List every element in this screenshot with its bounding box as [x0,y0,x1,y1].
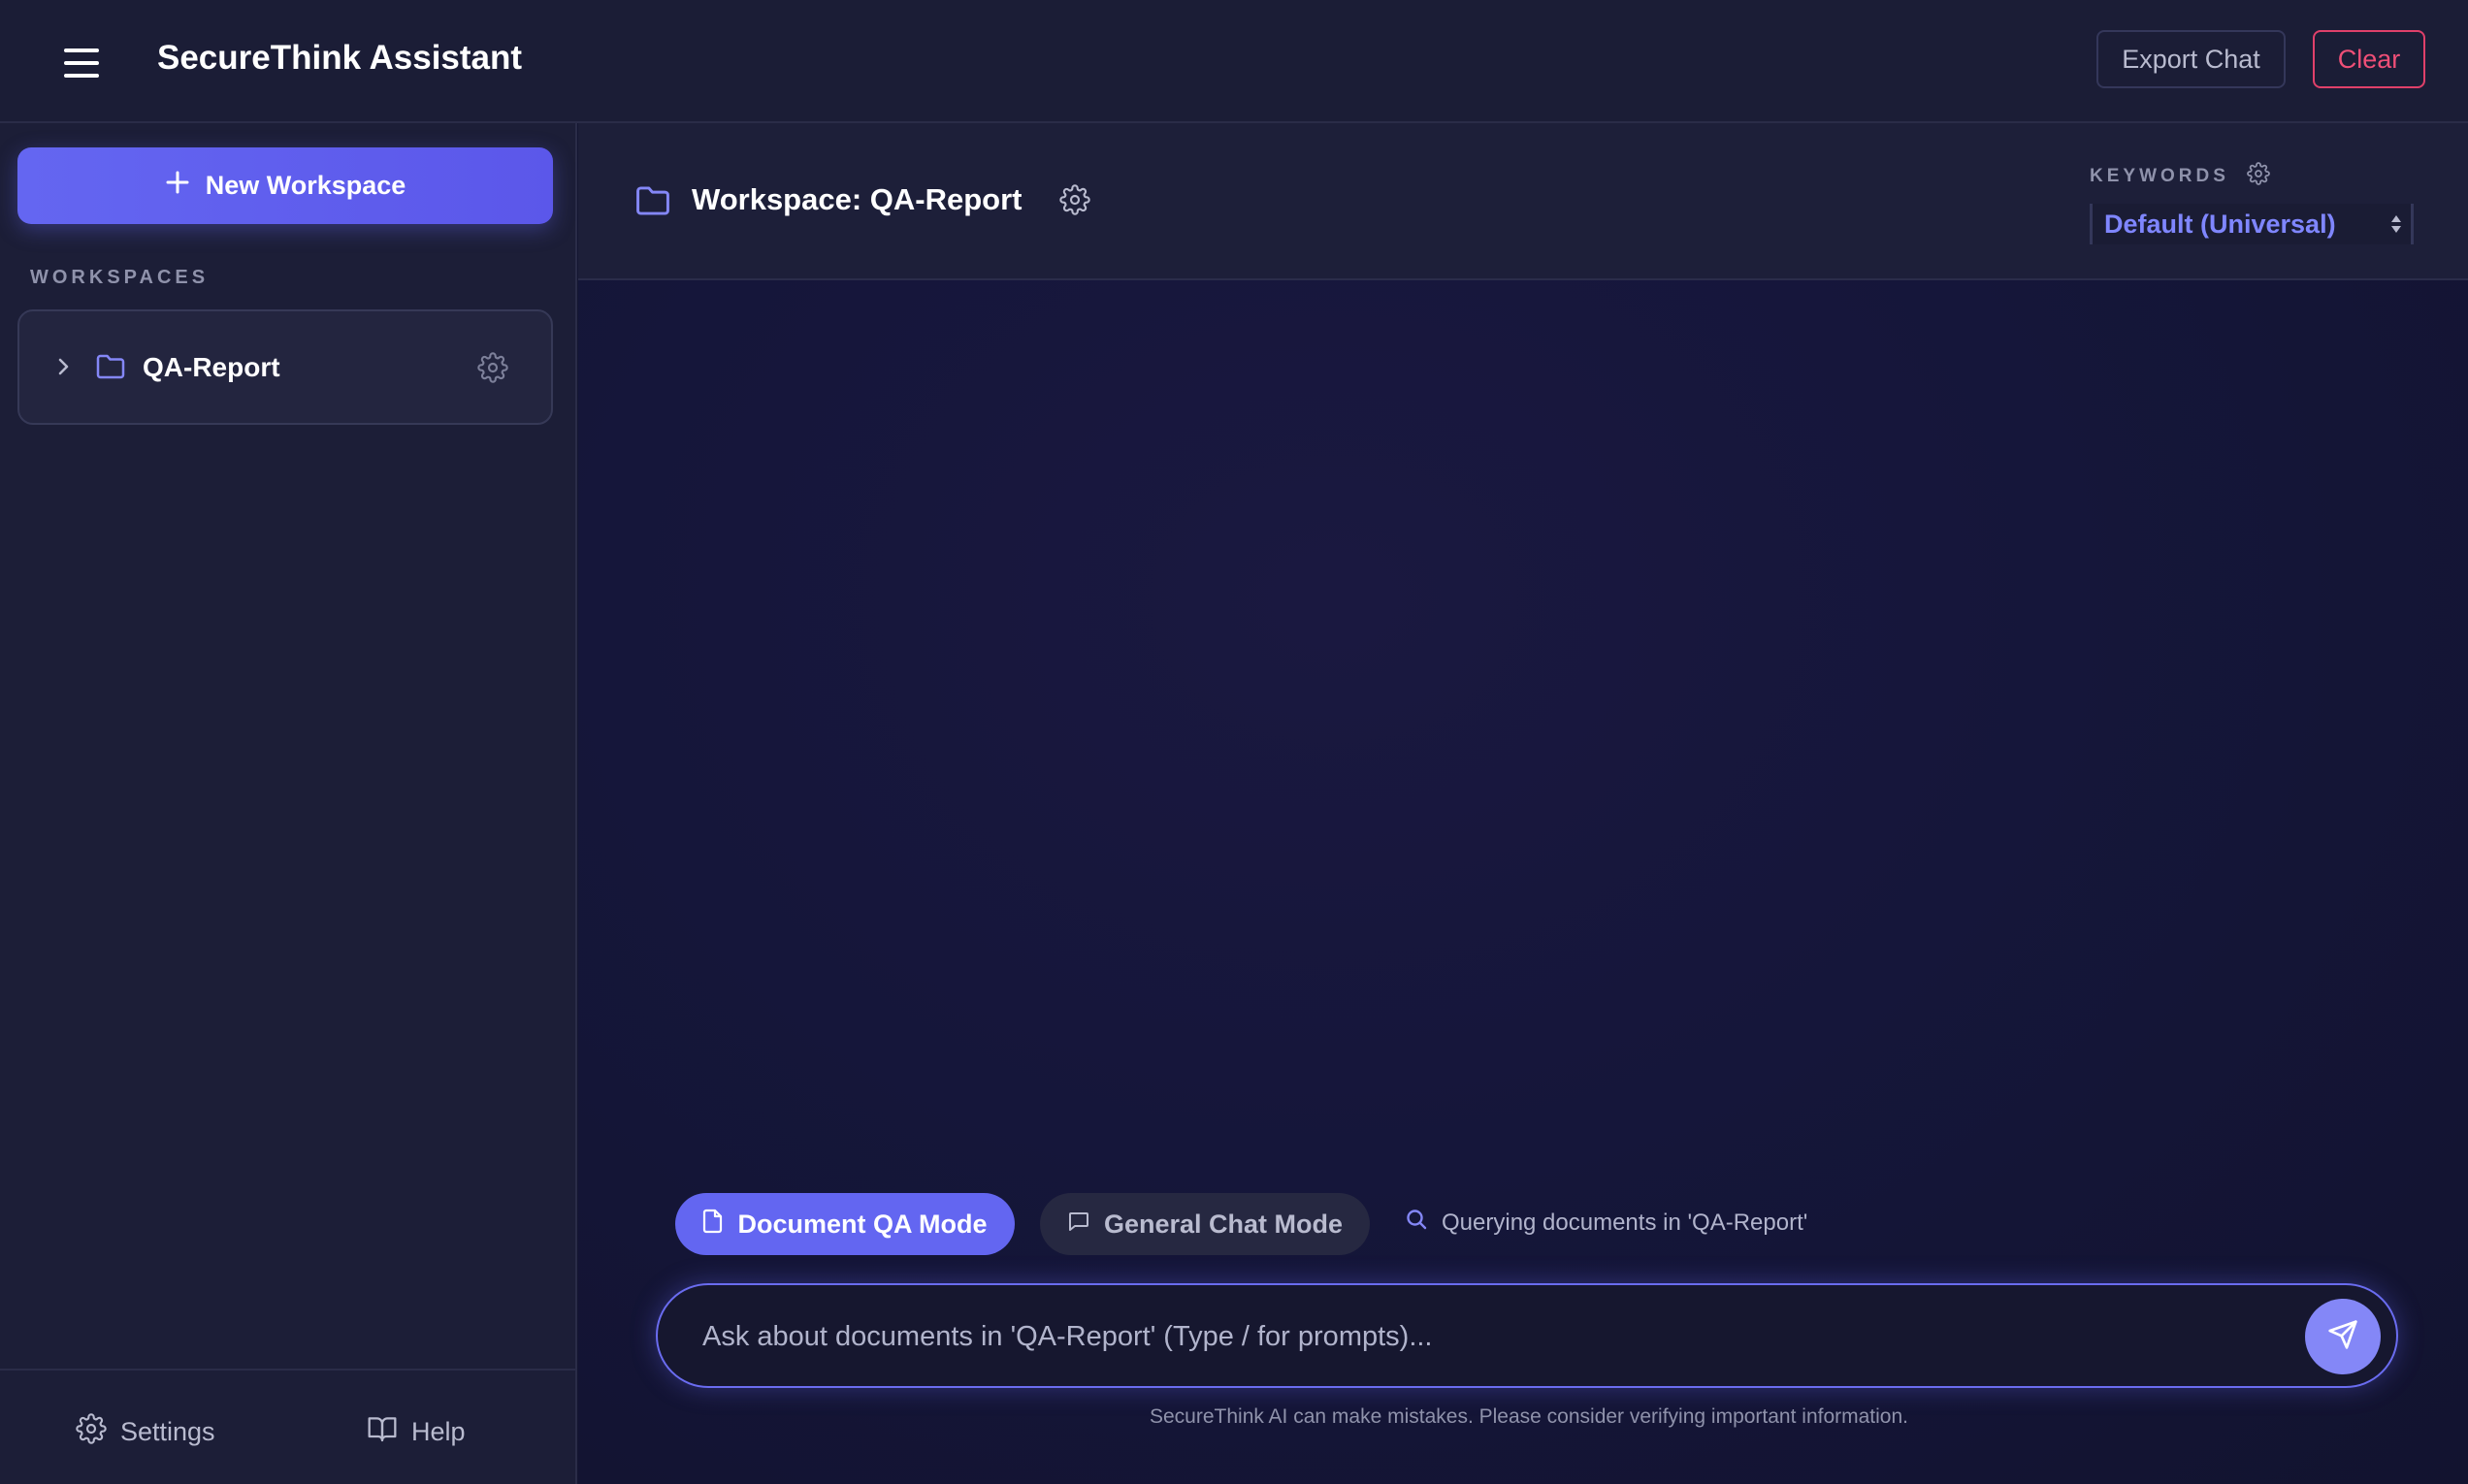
keywords-label-text: KEYWORDS [2090,166,2229,186]
general-chat-mode-label: General Chat Mode [1103,1209,1344,1239]
mode-status: Querying documents in 'QA-Report' [1405,1208,1807,1238]
keywords-settings-gear-icon[interactable] [2247,162,2270,191]
folder-icon [95,352,126,386]
new-workspace-button[interactable]: New Workspace [17,147,553,224]
settings-button[interactable]: Settings [76,1413,215,1451]
send-paper-plane-icon [2327,1319,2358,1355]
chevron-right-icon[interactable] [54,355,72,383]
workspace-item-qa-report[interactable]: QA-Report [17,309,553,425]
clear-button[interactable]: Clear [2313,30,2425,88]
keywords-label: KEYWORDS [2090,162,2270,191]
plus-icon [165,170,190,202]
keywords-selected-value: Default (Universal) [2104,209,2336,239]
export-chat-button[interactable]: Export Chat [2096,30,2286,88]
keywords-select[interactable]: Default (Universal) [2090,204,2414,244]
disclaimer: SecureThink AI can make mistakes. Please… [578,1405,2468,1429]
hamburger-menu-icon[interactable] [64,48,99,78]
workspace-settings-gear-icon[interactable] [477,352,508,388]
new-workspace-label: New Workspace [205,171,406,200]
book-open-icon [367,1413,398,1451]
main-panel: Workspace: QA-Report KEYWORDS Default (U… [578,123,2468,1484]
workspaces-heading: WORKSPACES [30,267,210,288]
folder-icon [634,183,671,223]
top-bar: SecureThink Assistant Export Chat Clear [0,0,2468,123]
select-arrows-icon [2389,212,2403,236]
help-label: Help [411,1417,466,1446]
sidebar: New Workspace WORKSPACES QA-Report Setti… [0,123,577,1484]
workspace-name: QA-Report [143,352,280,382]
gear-icon [76,1413,107,1451]
sidebar-footer: Settings Help [0,1369,575,1484]
workspace-title: Workspace: QA-Report [692,182,1023,216]
help-button[interactable]: Help [367,1413,466,1451]
document-qa-mode-label: Document QA Mode [737,1209,988,1239]
general-chat-mode-button[interactable]: General Chat Mode [1040,1193,1370,1255]
chat-composer [656,1283,2398,1388]
chat-bubble-icon [1067,1210,1090,1240]
app-title: SecureThink Assistant [157,39,523,77]
workspace-settings-gear-icon[interactable] [1059,184,1090,220]
workspace-header: Workspace: QA-Report KEYWORDS Default (U… [578,123,2468,280]
send-button[interactable] [2305,1299,2381,1374]
disclaimer-text: SecureThink AI can make mistakes. Please… [1149,1405,1908,1428]
document-icon [702,1209,724,1241]
settings-label: Settings [120,1417,215,1446]
search-icon [1405,1208,1428,1238]
chat-input[interactable] [700,1305,2272,1369]
mode-status-text: Querying documents in 'QA-Report' [1442,1209,1808,1236]
document-qa-mode-button[interactable]: Document QA Mode [675,1193,1015,1255]
